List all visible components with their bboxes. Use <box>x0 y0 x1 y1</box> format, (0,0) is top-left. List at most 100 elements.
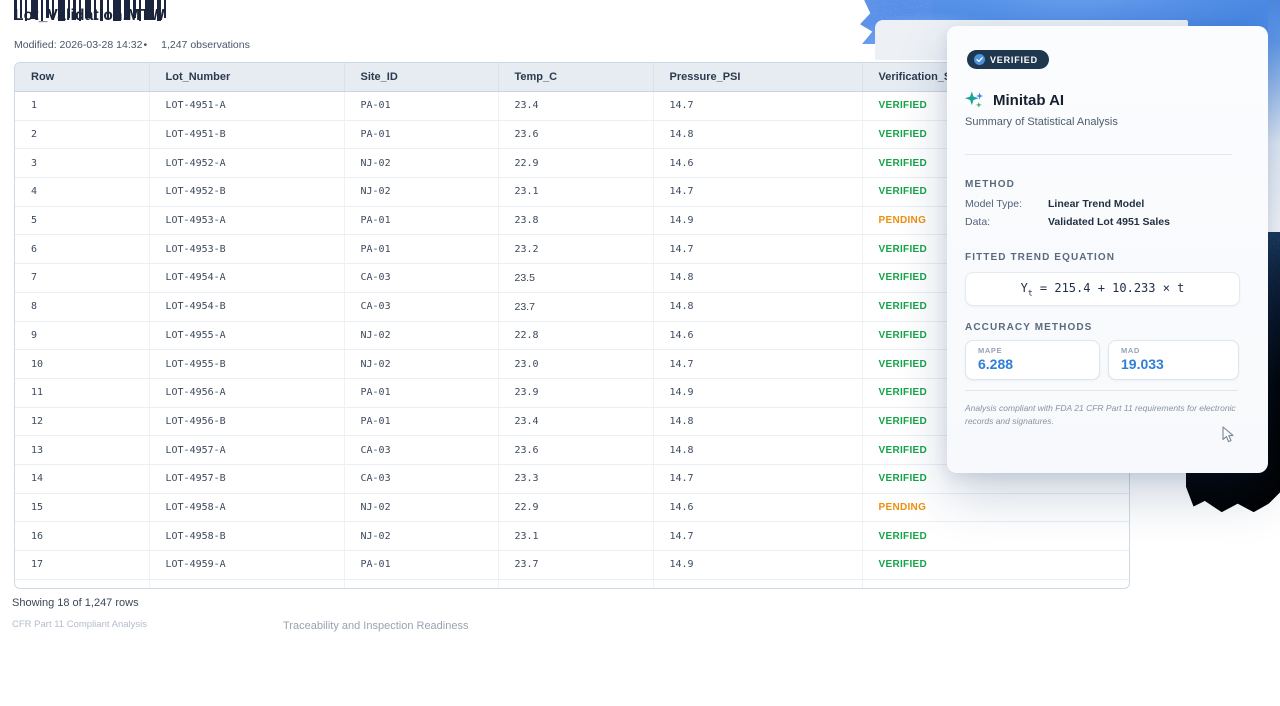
mad-metric-card: MAD 19.033 <box>1108 340 1239 380</box>
lot-number-cell: LOT-4952-B <box>149 178 344 207</box>
table-row[interactable]: 18LOT-4959-BPA-0123.514.8VERIFIED <box>15 579 1130 589</box>
row-count-status: Showing 18 of 1,247 rows <box>12 597 139 609</box>
pressure-cell: 14.7 <box>653 522 862 551</box>
column-header-pressure_psi[interactable]: Pressure_PSI <box>653 63 862 92</box>
temp-cell: 23.4 <box>498 92 653 121</box>
pressure-cell: 14.7 <box>653 235 862 264</box>
temp-cell: 23.3 <box>498 464 653 493</box>
lot-number-cell: LOT-4955-A <box>149 321 344 350</box>
mape-metric-card: MAPE 6.288 <box>965 340 1100 380</box>
temp-cell: 23.1 <box>498 178 653 207</box>
column-header-temp_c[interactable]: Temp_C <box>498 63 653 92</box>
panel-title: Minitab AI <box>993 92 1064 109</box>
temp-cell: 23.6 <box>498 120 653 149</box>
pressure-cell: 14.9 <box>653 551 862 580</box>
temp-cell: 23.7 <box>498 551 653 580</box>
table-row[interactable]: 15LOT-4958-ANJ-0222.914.6PENDING <box>15 493 1130 522</box>
row-number-cell: 6 <box>15 235 149 264</box>
pressure-cell: 14.9 <box>653 206 862 235</box>
site-id-cell: PA-01 <box>344 235 498 264</box>
check-circle-icon <box>974 54 985 65</box>
site-id-cell: NJ-02 <box>344 493 498 522</box>
column-header-site_id[interactable]: Site_ID <box>344 63 498 92</box>
temp-cell: 23.2 <box>498 235 653 264</box>
mad-label: MAD <box>1121 346 1238 355</box>
row-number-cell: 7 <box>15 264 149 293</box>
temp-cell: 22.9 <box>498 493 653 522</box>
pressure-cell: 14.6 <box>653 321 862 350</box>
site-id-cell: PA-01 <box>344 92 498 121</box>
site-id-cell: PA-01 <box>344 120 498 149</box>
model-type-label: Model Type: <box>965 198 1022 210</box>
pressure-cell: 14.9 <box>653 378 862 407</box>
accuracy-metrics: MAPE 6.288 MAD 19.033 <box>965 340 1239 380</box>
temp-cell: 22.8 <box>498 321 653 350</box>
lot-number-cell: LOT-4956-A <box>149 378 344 407</box>
pressure-cell: 14.8 <box>653 579 862 589</box>
compliance-note: Analysis compliant with FDA 21 CFR Part … <box>965 402 1243 428</box>
row-number-cell: 16 <box>15 522 149 551</box>
temp-cell: 23.1 <box>498 522 653 551</box>
trend-equation: Yt = 215.4 + 10.233 × t <box>1021 281 1185 297</box>
table-row[interactable]: 16LOT-4958-BNJ-0223.114.7VERIFIED <box>15 522 1130 551</box>
site-id-cell: PA-01 <box>344 378 498 407</box>
site-id-cell: PA-01 <box>344 206 498 235</box>
site-id-cell: NJ-02 <box>344 522 498 551</box>
model-type-value: Linear Trend Model <box>1048 198 1144 210</box>
pressure-cell: 14.7 <box>653 464 862 493</box>
site-id-cell: NJ-02 <box>344 149 498 178</box>
method-section-heading: METHOD <box>965 179 1015 190</box>
lot-number-cell: LOT-4957-A <box>149 436 344 465</box>
site-id-cell: CA-03 <box>344 264 498 293</box>
data-value: Validated Lot 4951 Sales <box>1048 216 1170 228</box>
pressure-cell: 14.8 <box>653 264 862 293</box>
row-number-cell: 4 <box>15 178 149 207</box>
panel-subtitle: Summary of Statistical Analysis <box>965 116 1118 128</box>
trend-equation-box: Yt = 215.4 + 10.233 × t <box>965 272 1240 306</box>
lot-number-cell: LOT-4959-A <box>149 551 344 580</box>
site-id-cell: CA-03 <box>344 464 498 493</box>
pressure-cell: 14.8 <box>653 292 862 321</box>
pressure-cell: 14.7 <box>653 92 862 121</box>
row-number-cell: 15 <box>15 493 149 522</box>
data-label: Data: <box>965 216 990 228</box>
row-number-cell: 3 <box>15 149 149 178</box>
temp-cell: 23.5 <box>498 579 653 589</box>
minitab-ai-panel: VERIFIED Minitab AI Summary of Statistic… <box>947 26 1268 473</box>
traceability-footnote: Traceability and Inspection Readiness <box>283 620 468 632</box>
pressure-cell: 14.8 <box>653 407 862 436</box>
row-number-cell: 17 <box>15 551 149 580</box>
compliance-footnote: CFR Part 11 Compliant Analysis <box>12 619 147 630</box>
row-number-cell: 9 <box>15 321 149 350</box>
page-title: Lot_Validation.MTW <box>14 7 165 25</box>
ai-sparkle-icon <box>964 90 985 111</box>
pressure-cell: 14.6 <box>653 493 862 522</box>
temp-cell: 23.8 <box>498 206 653 235</box>
row-number-cell: 8 <box>15 292 149 321</box>
pressure-cell: 14.6 <box>653 149 862 178</box>
site-id-cell: NJ-02 <box>344 178 498 207</box>
panel-header: Minitab AI <box>964 90 1064 111</box>
observation-count: 1,247 observations <box>161 39 250 51</box>
mape-value: 6.288 <box>978 356 1099 372</box>
verified-status-badge: VERIFIED <box>967 50 1049 69</box>
site-id-cell: PA-01 <box>344 407 498 436</box>
decorative-blue-edge <box>1268 0 1280 232</box>
row-number-cell: 1 <box>15 92 149 121</box>
row-number-cell: 13 <box>15 436 149 465</box>
lot-number-cell: LOT-4954-B <box>149 292 344 321</box>
lot-number-cell: LOT-4951-A <box>149 92 344 121</box>
pressure-cell: 14.7 <box>653 350 862 379</box>
temp-cell: 23.0 <box>498 350 653 379</box>
pressure-cell: 14.8 <box>653 436 862 465</box>
badge-label: VERIFIED <box>990 55 1038 65</box>
row-number-cell: 12 <box>15 407 149 436</box>
row-number-cell: 5 <box>15 206 149 235</box>
pressure-cell: 14.8 <box>653 120 862 149</box>
column-header-row[interactable]: Row <box>15 63 149 92</box>
table-row[interactable]: 17LOT-4959-APA-0123.714.9VERIFIED <box>15 551 1130 580</box>
lot-number-cell: LOT-4951-B <box>149 120 344 149</box>
site-id-cell: CA-03 <box>344 436 498 465</box>
lot-number-cell: LOT-4957-B <box>149 464 344 493</box>
column-header-lot_number[interactable]: Lot_Number <box>149 63 344 92</box>
